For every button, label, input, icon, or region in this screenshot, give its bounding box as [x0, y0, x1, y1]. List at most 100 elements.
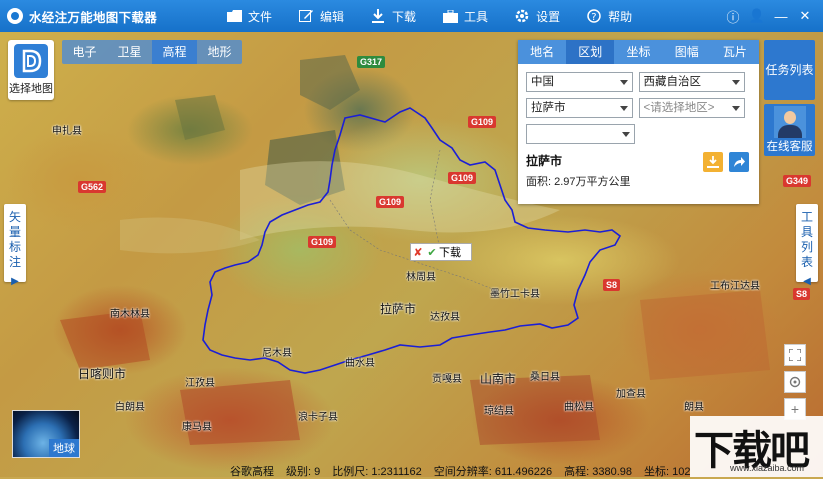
edit-icon [298, 9, 314, 23]
tab-region[interactable]: 区划 [566, 40, 615, 64]
app-title: 水经注万能地图下载器 [29, 10, 158, 25]
status-source: 谷歌高程 [230, 466, 274, 478]
menu-download[interactable]: 下载 [370, 8, 416, 25]
label-shannan[interactable]: 山南市 [480, 370, 516, 387]
label-langxian[interactable]: 朗县 [684, 398, 704, 413]
menu-label: 文件 [248, 9, 273, 24]
task-list-button[interactable]: 任务列表 [764, 40, 815, 100]
chevron-right-icon: ▶ [11, 276, 19, 287]
fullscreen-button[interactable] [784, 344, 806, 366]
road-shield: G317 [357, 56, 386, 68]
label-lhasa[interactable]: 拉萨市 [380, 300, 416, 317]
region-panel: 地名 区划 坐标 图幅 瓦片 中国 西藏自治区 拉萨市 <请选择地区> 拉萨市 … [518, 40, 759, 204]
download-popup: ✘ ✔ 下载 [410, 243, 472, 261]
label-jiacha[interactable]: 加查县 [616, 385, 646, 400]
status-elevation: 高程: 3380.98 [564, 466, 633, 478]
download-popup-label[interactable]: 下载 [439, 244, 461, 260]
chevron-left-icon: ◀ [803, 276, 811, 287]
online-service-button[interactable]: 在线客服 [764, 104, 815, 156]
tab-coordinate[interactable]: 坐标 [614, 40, 662, 64]
user-icon[interactable]: 👤 [745, 8, 769, 24]
label-qiongjie[interactable]: 琼结县 [484, 402, 514, 417]
menu-help[interactable]: ? 帮助 [586, 8, 632, 25]
menu-settings[interactable]: 设置 [514, 8, 560, 25]
label-rikaze[interactable]: 日喀则市 [78, 365, 126, 382]
tool-list-tab[interactable]: 工具列表 ◀ [796, 204, 818, 287]
tab-place-name[interactable]: 地名 [518, 40, 566, 64]
window-controls: ⓘ 👤 — ✕ [721, 0, 817, 32]
label-shenzha[interactable]: 申扎县 [52, 122, 82, 137]
label-jiangzi[interactable]: 江孜县 [185, 374, 215, 389]
minimize-button[interactable]: — [769, 9, 793, 24]
label-mozhugongka[interactable]: 墨竹工卡县 [490, 285, 540, 300]
road-shield: G109 [448, 172, 477, 184]
label-nanmulin[interactable]: 南木林县 [110, 305, 150, 320]
vector-annotation-label: 矢量标注 [9, 210, 22, 269]
label-dazi[interactable]: 达孜县 [430, 308, 460, 323]
toolbox-icon [442, 9, 458, 23]
earth-label: 地球 [49, 439, 79, 457]
road-shield: G109 [308, 236, 337, 248]
app-logo-icon [7, 8, 23, 24]
download-region-button[interactable] [703, 152, 723, 172]
label-gongga[interactable]: 贡嘎县 [432, 370, 462, 385]
label-nimu[interactable]: 尼木县 [262, 344, 292, 359]
menu-label: 帮助 [608, 9, 633, 24]
tab-elevation[interactable]: 高程 [152, 40, 197, 64]
locate-button[interactable] [784, 371, 806, 393]
title-bar: 水经注万能地图下载器 文件 编辑 下载 工具 设置 ? 帮助 ⓘ 👤 — ✕ [0, 0, 823, 32]
status-coord: 坐标: 102 [644, 466, 691, 478]
extra-select[interactable] [526, 124, 635, 144]
locate-icon [789, 376, 801, 388]
tab-terrain[interactable]: 地形 [197, 40, 242, 64]
city-select[interactable]: 拉萨市 [526, 98, 633, 118]
road-shield: S8 [603, 279, 621, 291]
district-select[interactable]: <请选择地区> [638, 98, 745, 118]
download-icon [707, 156, 719, 168]
tab-satellite[interactable]: 卫星 [107, 40, 152, 64]
select-map-label: 选择地图 [9, 83, 53, 95]
menu-label: 设置 [536, 9, 561, 24]
result-area: 面积: 2.97万平方公里 [526, 176, 631, 188]
province-select[interactable]: 西藏自治区 [638, 72, 745, 92]
road-shield: G109 [376, 196, 405, 208]
status-scale: 比例尺: 1:2311162 [332, 466, 422, 478]
label-langkazi[interactable]: 浪卡子县 [298, 408, 338, 423]
confirm-icon[interactable]: ✔ [425, 246, 439, 259]
earth-view-button[interactable]: 地球 [12, 410, 80, 458]
label-sangri[interactable]: 桑日县 [530, 368, 560, 383]
label-linzhou[interactable]: 林周县 [406, 268, 436, 283]
result-actions [697, 152, 749, 172]
select-map-button[interactable]: 选择地图 [8, 40, 54, 100]
road-shield: G349 [783, 175, 812, 187]
label-gongbujiangda[interactable]: 工布江达县 [710, 277, 760, 292]
label-qushui[interactable]: 曲水县 [345, 354, 375, 369]
service-label: 在线客服 [766, 141, 813, 153]
menu-tools[interactable]: 工具 [442, 8, 488, 25]
tab-electronic[interactable]: 电子 [62, 40, 107, 64]
close-button[interactable]: ✕ [793, 8, 817, 24]
share-region-button[interactable] [729, 152, 749, 172]
road-shield: G562 [78, 181, 107, 193]
tab-tile[interactable]: 瓦片 [711, 40, 759, 64]
watermark: 下载吧 www.xiazaiba.com [690, 416, 823, 477]
menu-edit[interactable]: 编辑 [298, 8, 344, 25]
status-resolution: 空间分辨率: 611.496226 [433, 466, 553, 478]
cancel-icon[interactable]: ✘ [411, 246, 425, 259]
menu-label: 下载 [392, 9, 417, 24]
label-qusong[interactable]: 曲松县 [564, 398, 594, 413]
country-select[interactable]: 中国 [526, 72, 633, 92]
tool-list-label: 工具列表 [801, 210, 814, 269]
plus-icon: + [790, 401, 800, 417]
label-kangma[interactable]: 康马县 [182, 418, 212, 433]
panel-tabs: 地名 区划 坐标 图幅 瓦片 [518, 40, 759, 64]
road-shield: S8 [793, 288, 811, 300]
label-bailang[interactable]: 白朗县 [115, 398, 145, 413]
menu-label: 编辑 [320, 9, 345, 24]
tab-map-sheet[interactable]: 图幅 [663, 40, 711, 64]
info-icon[interactable]: ⓘ [721, 7, 745, 26]
menu-file[interactable]: 文件 [226, 8, 272, 25]
download-icon [370, 9, 386, 23]
watermark-url: www.xiazaiba.com [730, 463, 805, 473]
vector-annotation-tab[interactable]: 矢量标注 ▶ [4, 204, 26, 287]
